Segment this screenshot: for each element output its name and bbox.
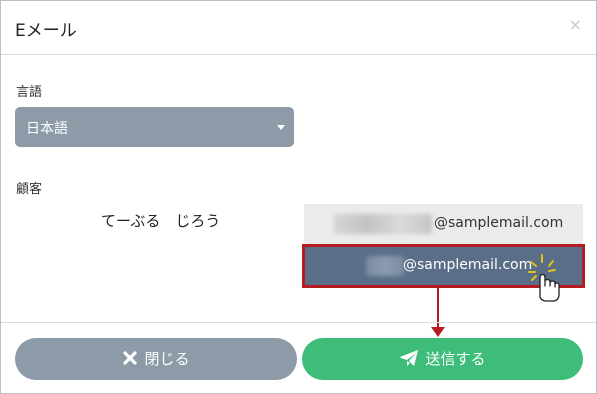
language-selected-value: 日本語 bbox=[26, 121, 68, 137]
caret-down-icon bbox=[277, 125, 285, 130]
send-button-label: 送信する bbox=[425, 350, 486, 368]
language-select[interactable]: 日本語 bbox=[15, 107, 294, 147]
email-address: @samplemail.com bbox=[403, 257, 533, 273]
email-dialog: Eメール × 言語 日本語 顧客 てーぶる じろう @samplemail.co… bbox=[0, 0, 597, 394]
x-icon bbox=[123, 350, 138, 365]
pointer-hand-icon bbox=[528, 254, 560, 302]
customer-name: てーぶる じろう bbox=[101, 212, 221, 230]
close-button-label: 閉じる bbox=[144, 350, 190, 368]
language-label: 言語 bbox=[16, 85, 43, 100]
customer-label: 顧客 bbox=[16, 182, 43, 197]
send-button[interactable]: 送信する bbox=[302, 338, 583, 380]
dialog-header: Eメール × bbox=[1, 1, 596, 55]
close-icon[interactable]: × bbox=[569, 15, 582, 34]
email-address: @samplemail.com bbox=[434, 215, 564, 231]
redacted-email-local-part bbox=[366, 256, 404, 276]
dialog-title: Eメール bbox=[15, 21, 77, 41]
close-button[interactable]: 閉じる bbox=[15, 338, 297, 380]
redacted-email-local-part bbox=[334, 214, 432, 234]
footer-divider bbox=[1, 322, 596, 323]
paper-plane-icon bbox=[400, 349, 419, 366]
email-option[interactable]: @samplemail.com bbox=[304, 204, 583, 244]
arrow-down-icon bbox=[431, 327, 445, 337]
